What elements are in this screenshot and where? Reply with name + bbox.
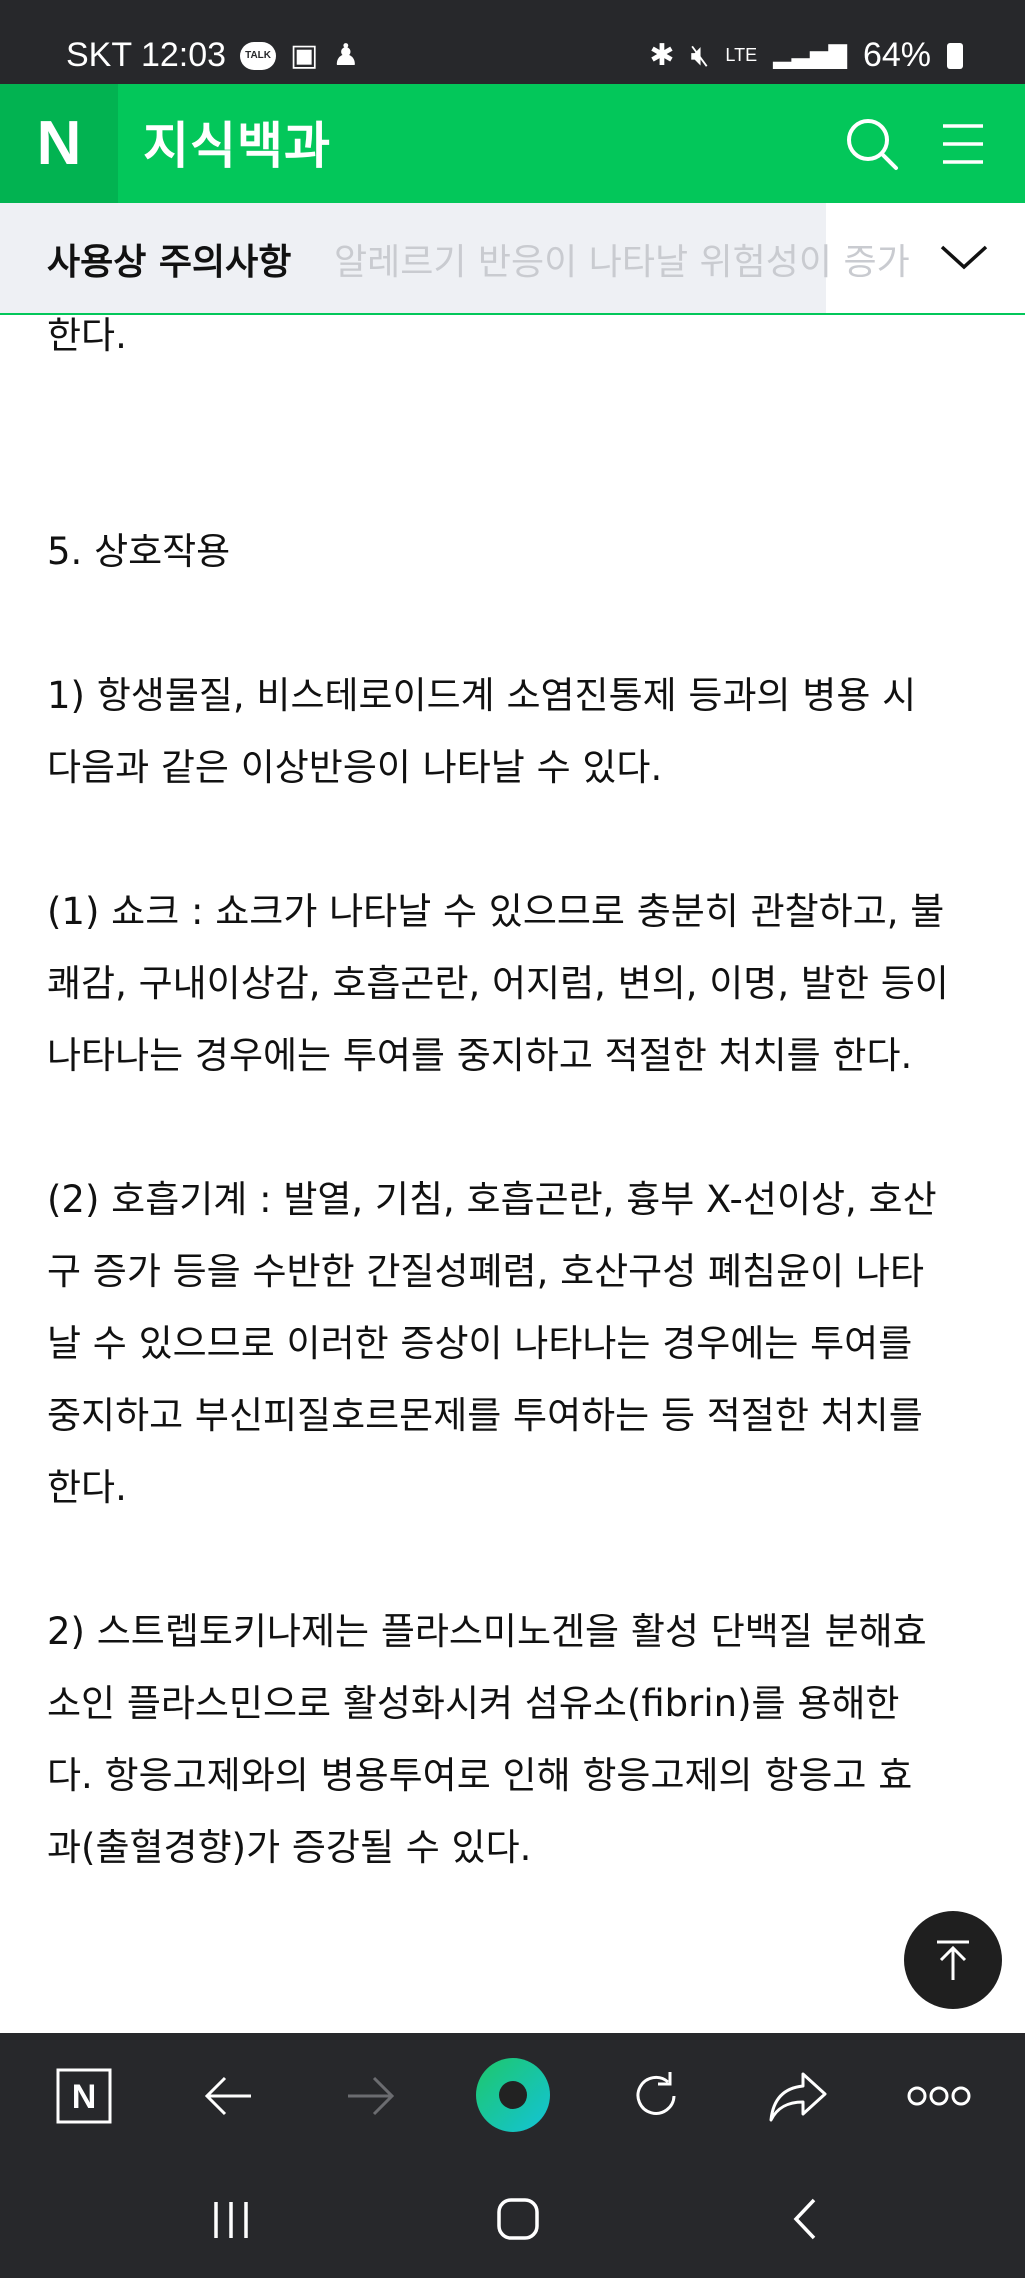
- home-icon: [497, 2198, 539, 2240]
- naver-home-icon: N: [56, 2068, 112, 2124]
- share-button[interactable]: [765, 2063, 831, 2129]
- chevron-down-icon[interactable]: [938, 237, 990, 277]
- back-arrow-icon: [204, 2076, 251, 2116]
- recents-button[interactable]: [201, 2189, 261, 2249]
- recents-icon: [214, 2202, 248, 2238]
- search-button[interactable]: [836, 108, 908, 180]
- section-ghost-text: 알레르기 반응이 나타날 위험성이 증가: [334, 242, 910, 283]
- forward-arrow-icon: [348, 2076, 395, 2116]
- share-icon: [769, 2072, 827, 2122]
- green-dot-button[interactable]: [475, 2057, 551, 2133]
- chat-icon: TALK: [240, 41, 277, 70]
- home-button[interactable]: [488, 2189, 548, 2249]
- paragraph: (2) 호흡기계 : 발열, 기침, 호흡곤란, 흉부 X-선이상, 호산 구 …: [47, 1178, 937, 1509]
- back-button[interactable]: [196, 2063, 262, 2129]
- section-title: 사용상 주의사항: [47, 242, 292, 283]
- battery-level: 64%: [862, 36, 931, 74]
- carrier-time: SKT 12:03: [66, 36, 227, 74]
- more-button[interactable]: [906, 2063, 972, 2129]
- browser-toolbar: N: [0, 2033, 1025, 2159]
- arrow-up-icon: [937, 1940, 969, 1980]
- paragraph: 1) 항생물질, 비스테로이드계 소염진통제 등과의 병용 시 다음과 같은 이…: [47, 674, 917, 789]
- article-content: 한다. 5. 상호작용 1) 항생물질, 비스테로이드계 소염진통제 등과의 병…: [47, 300, 987, 1884]
- system-nav-bar: [0, 2159, 1025, 2278]
- app-header: N 지식백과: [0, 84, 1025, 203]
- signal-icon: ▂▃▅▇: [773, 41, 847, 69]
- section-nav-bar[interactable]: 알레르기 반응이 나타날 위험성이 증가 사용상 주의사항: [0, 203, 1025, 315]
- menu-icon: [943, 124, 983, 164]
- search-icon: [847, 119, 898, 170]
- status-bar: SKT 12:03 TALK ▣ ♟ ✱ 🔇︎ LTE ▂▃▅▇ 64%: [0, 0, 1025, 84]
- section-heading: 5. 상호작용: [47, 530, 231, 573]
- reload-icon: [636, 2072, 676, 2115]
- green-dot-icon: [476, 2058, 550, 2132]
- bluetooth-icon: ✱: [649, 38, 675, 72]
- gallery-icon: ▣: [290, 38, 319, 72]
- menu-button[interactable]: [927, 108, 999, 180]
- reload-button[interactable]: [623, 2063, 689, 2129]
- logo-letter: N: [36, 109, 82, 178]
- scroll-top-button[interactable]: [904, 1911, 1002, 2009]
- mute-icon: 🔇︎: [690, 38, 710, 72]
- network-label: LTE: [725, 45, 758, 65]
- naver-home-button[interactable]: N: [51, 2063, 117, 2129]
- app-title[interactable]: 지식백과: [143, 106, 331, 178]
- more-icon: [907, 2086, 971, 2106]
- paragraph: 2) 스트렙토키나제는 플라스미노겐을 활성 단백질 분해효 소인 플라스민으로…: [47, 1610, 927, 1869]
- system-back-button[interactable]: [775, 2189, 835, 2249]
- battery-icon: [947, 42, 963, 69]
- naver-logo[interactable]: N: [0, 84, 118, 203]
- notification-icon: ♟: [332, 38, 360, 72]
- paragraph: (1) 쇼크 : 쇼크가 나타날 수 있으므로 충분히 관찰하고, 불 쾌감, …: [47, 890, 949, 1077]
- forward-button[interactable]: [337, 2063, 403, 2129]
- svg-text:N: N: [72, 2078, 97, 2116]
- text-fragment: 한다.: [47, 314, 127, 357]
- back-icon: [793, 2198, 816, 2240]
